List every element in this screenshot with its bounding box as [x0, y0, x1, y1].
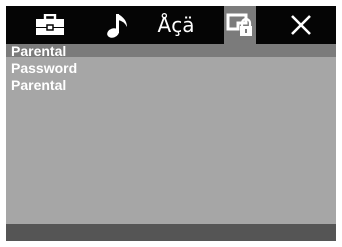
tab-bar: Åçä — [6, 6, 336, 44]
tab-language[interactable]: Åçä — [153, 6, 199, 44]
music-note-icon — [106, 11, 130, 39]
close-icon — [290, 14, 312, 36]
settings-window: Åçä Parental Password Parental — [6, 6, 336, 241]
menu-item-parental[interactable]: Parental — [6, 44, 336, 61]
menu-list: Parental Password Parental — [6, 44, 336, 95]
parental-lock-icon — [226, 12, 254, 38]
tab-general[interactable] — [28, 6, 72, 44]
language-icon: Åçä — [157, 13, 195, 37]
tab-audio[interactable] — [96, 6, 140, 44]
status-bar — [6, 224, 336, 241]
tab-parental[interactable] — [224, 6, 256, 44]
menu-item-password[interactable]: Password — [6, 61, 336, 78]
close-button[interactable] — [278, 6, 324, 44]
menu-item-parental-level[interactable]: Parental — [6, 78, 336, 95]
toolbox-icon — [33, 14, 67, 36]
